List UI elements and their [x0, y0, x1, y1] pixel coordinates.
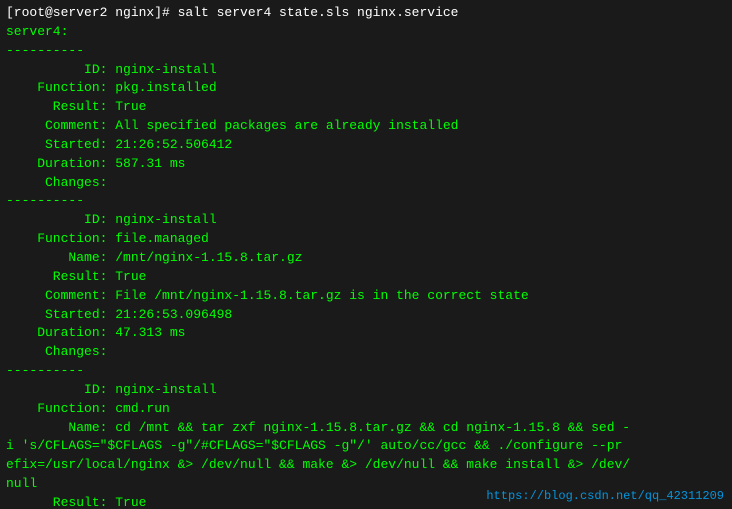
terminal-line-result1: Result: True — [6, 98, 726, 117]
watermark: https://blog.csdn.net/qq_42311209 — [486, 489, 724, 503]
terminal-line-name2: Name: /mnt/nginx-1.15.8.tar.gz — [6, 249, 726, 268]
terminal-line-name3: Name: cd /mnt && tar zxf nginx-1.15.8.ta… — [6, 419, 726, 438]
terminal-line-changes1: Changes: — [6, 174, 726, 193]
terminal-line-started2: Started: 21:26:53.096498 — [6, 306, 726, 325]
terminal-line-result2: Result: True — [6, 268, 726, 287]
terminal-line-started1: Started: 21:26:52.506412 — [6, 136, 726, 155]
terminal-line-id2: ID: nginx-install — [6, 211, 726, 230]
terminal-line-func2: Function: file.managed — [6, 230, 726, 249]
terminal-line-separator1: ---------- — [6, 42, 726, 61]
terminal-line-separator2: ---------- — [6, 192, 726, 211]
terminal-line-duration1: Duration: 587.31 ms — [6, 155, 726, 174]
terminal-line-comment2: Comment: File /mnt/nginx-1.15.8.tar.gz i… — [6, 287, 726, 306]
terminal-line-cmd-line: [root@server2 nginx]# salt server4 state… — [6, 4, 726, 23]
terminal-content: [root@server2 nginx]# salt server4 state… — [6, 4, 726, 509]
terminal-line-duration2: Duration: 47.313 ms — [6, 324, 726, 343]
terminal-line-server4-label: server4: — [6, 23, 726, 42]
terminal-line-separator3: ---------- — [6, 362, 726, 381]
terminal-window: [root@server2 nginx]# salt server4 state… — [0, 0, 732, 509]
terminal-line-name3b: i 's/CFLAGS="$CFLAGS -g"/#CFLAGS="$CFLAG… — [6, 437, 726, 456]
terminal-line-comment1: Comment: All specified packages are alre… — [6, 117, 726, 136]
terminal-line-changes2: Changes: — [6, 343, 726, 362]
terminal-line-name3c: efix=/usr/local/nginx &> /dev/null && ma… — [6, 456, 726, 475]
terminal-line-id1: ID: nginx-install — [6, 61, 726, 80]
terminal-line-func1: Function: pkg.installed — [6, 79, 726, 98]
terminal-line-func3: Function: cmd.run — [6, 400, 726, 419]
terminal-line-id3: ID: nginx-install — [6, 381, 726, 400]
